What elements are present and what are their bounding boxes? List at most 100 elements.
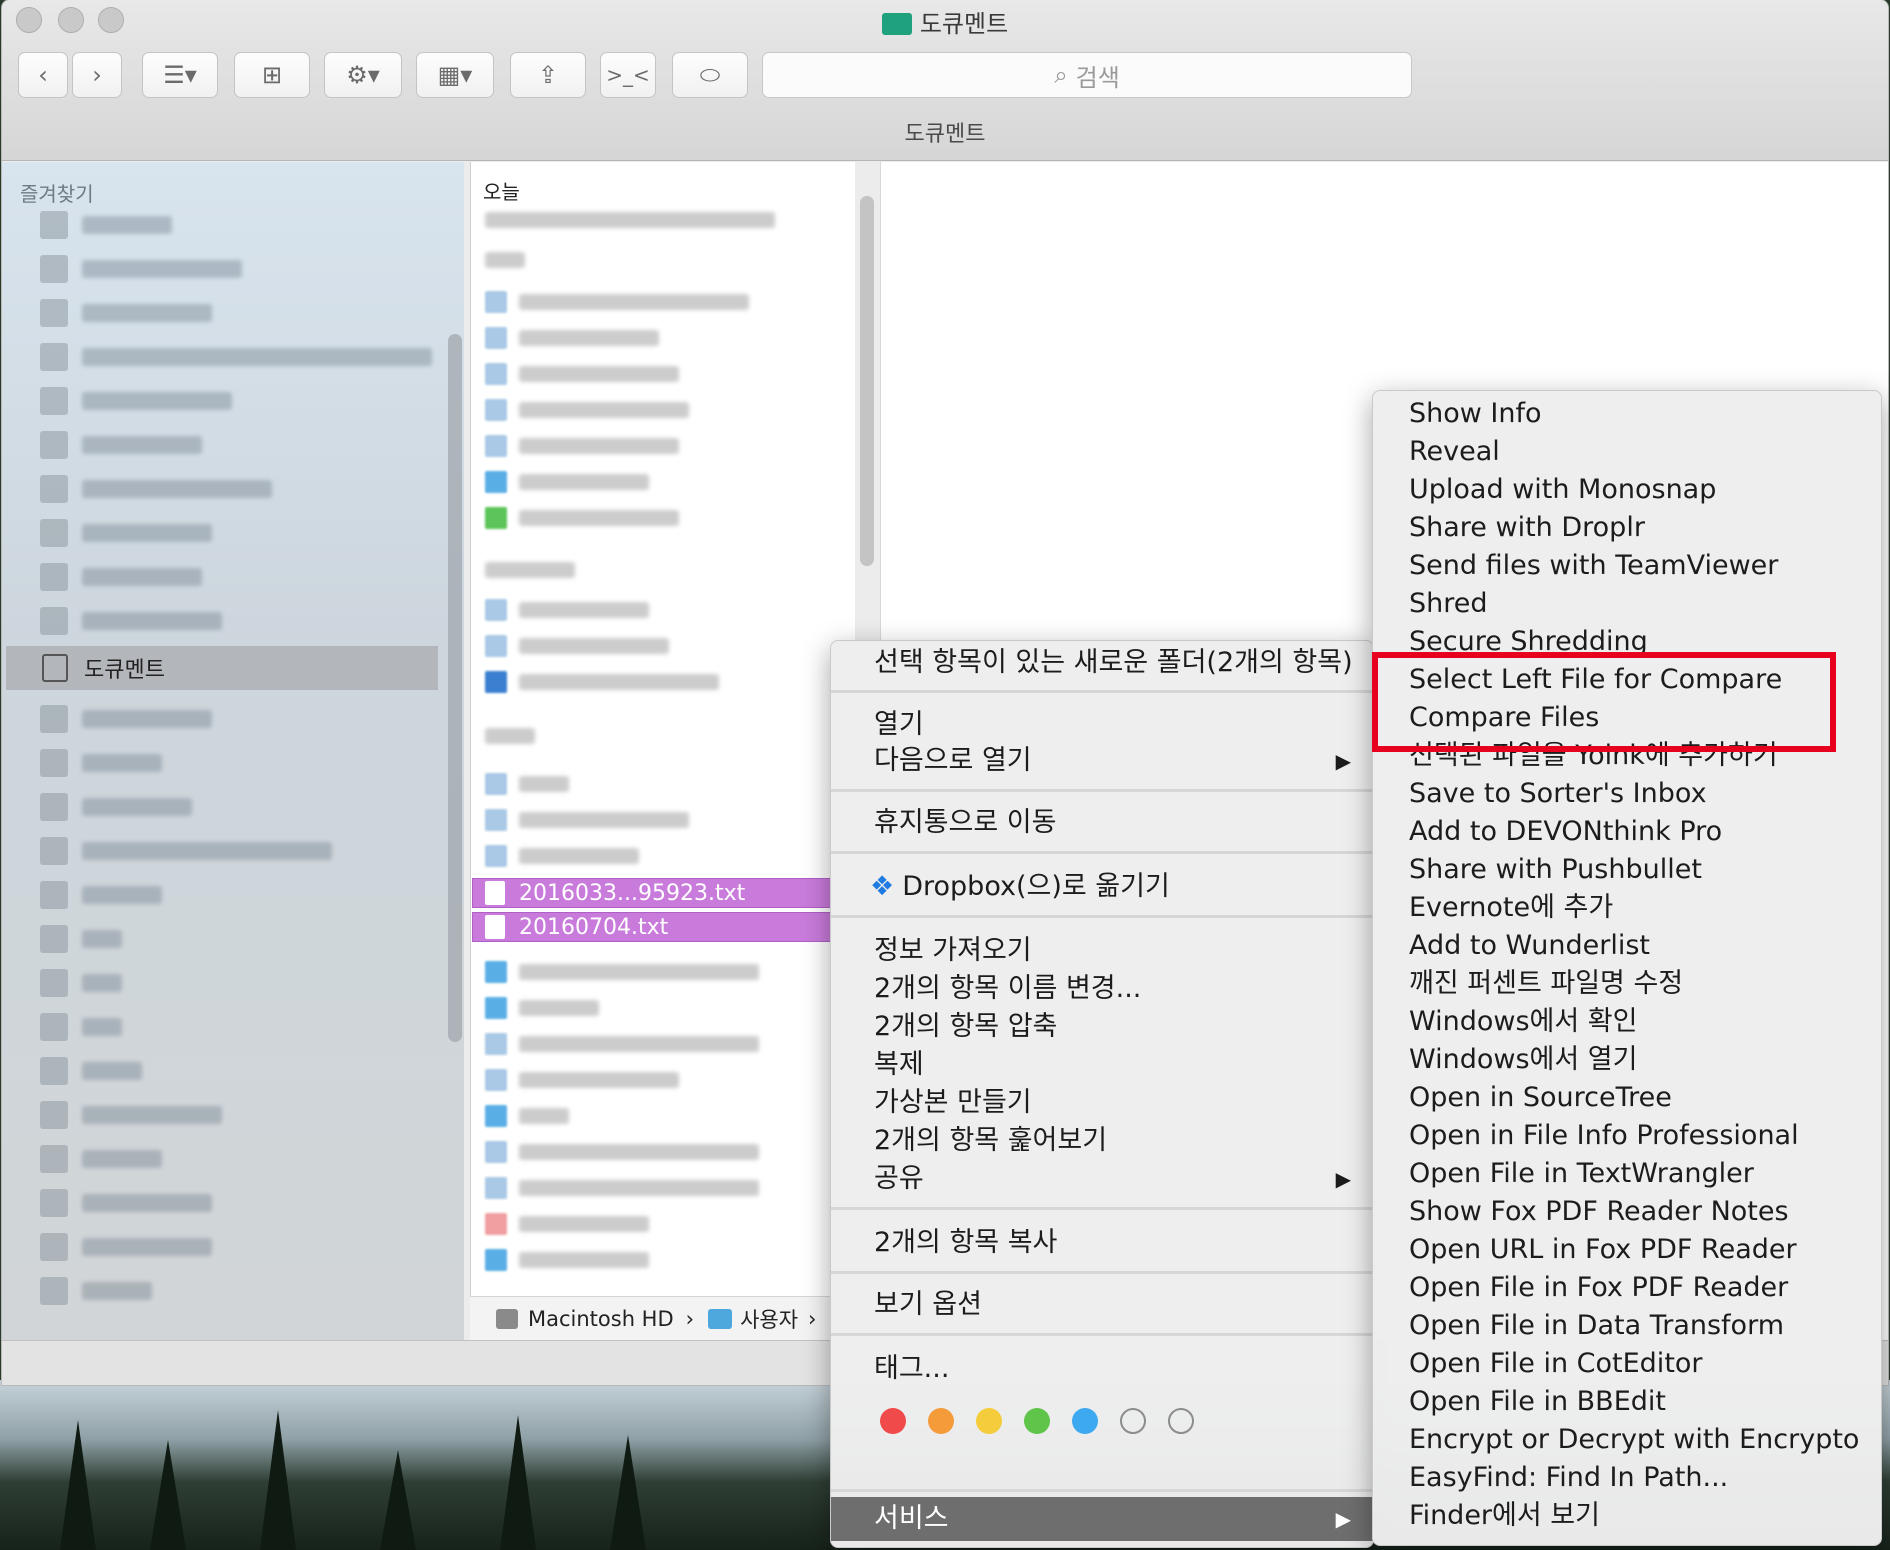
action-button[interactable]: ⚙▾ bbox=[324, 52, 402, 98]
sidebar-item-documents[interactable]: 도큐멘트 bbox=[42, 652, 165, 684]
list-item[interactable] bbox=[485, 1176, 759, 1200]
sidebar-item[interactable] bbox=[40, 748, 162, 778]
sidebar-item[interactable] bbox=[40, 1012, 122, 1042]
list-item[interactable] bbox=[485, 1140, 759, 1164]
sidebar-item[interactable] bbox=[40, 254, 242, 284]
service-item[interactable]: Windows에서 확인 bbox=[1373, 1003, 1881, 1041]
menu-item-make-alias[interactable]: 가상본 만들기 bbox=[831, 1085, 1373, 1121]
sidebar-item[interactable] bbox=[40, 298, 212, 328]
path-item-disk[interactable]: Macintosh HD bbox=[528, 1307, 674, 1331]
list-item[interactable] bbox=[485, 1248, 649, 1272]
service-item[interactable]: Open in File Info Professional bbox=[1373, 1117, 1881, 1155]
list-item[interactable] bbox=[485, 724, 535, 748]
sidebar-item[interactable] bbox=[40, 1276, 152, 1306]
list-item[interactable] bbox=[485, 772, 569, 796]
list-item[interactable] bbox=[485, 208, 775, 232]
list-item[interactable] bbox=[485, 1212, 649, 1236]
tag-red-dot[interactable] bbox=[880, 1408, 906, 1434]
list-item[interactable] bbox=[485, 1032, 759, 1056]
list-item[interactable] bbox=[485, 1104, 569, 1128]
list-item[interactable] bbox=[485, 398, 689, 422]
view-options-button[interactable]: ☰▾ bbox=[142, 52, 218, 98]
list-item[interactable] bbox=[485, 634, 669, 658]
sidebar-item[interactable] bbox=[40, 968, 122, 998]
menu-item-open[interactable]: 열기 bbox=[831, 707, 1373, 743]
service-item[interactable]: Finder에서 보기 bbox=[1373, 1497, 1881, 1535]
sidebar-item[interactable] bbox=[40, 562, 202, 592]
service-item[interactable]: Open in SourceTree bbox=[1373, 1079, 1881, 1117]
share-button[interactable]: ⇪ bbox=[510, 52, 586, 98]
menu-item-new-folder-with-selection[interactable]: 선택 항목이 있는 새로운 폴더(2개의 항목) bbox=[831, 645, 1373, 681]
menu-item-share[interactable]: 공유 ▶ bbox=[831, 1161, 1373, 1197]
menu-item-rename[interactable]: 2개의 항목 이름 변경... bbox=[831, 971, 1373, 1007]
sidebar-item[interactable] bbox=[40, 1232, 212, 1262]
service-item[interactable]: Open File in CotEditor bbox=[1373, 1345, 1881, 1383]
service-item[interactable]: Share with Pushbullet bbox=[1373, 851, 1881, 889]
tag-blue-dot[interactable] bbox=[1072, 1408, 1098, 1434]
tag-button[interactable]: ⬭ bbox=[672, 52, 748, 98]
sidebar-item[interactable] bbox=[40, 1188, 212, 1218]
service-item[interactable]: 깨진 퍼센트 파일명 수정 bbox=[1373, 965, 1881, 1003]
service-item[interactable]: Add to Wunderlist bbox=[1373, 927, 1881, 965]
list-item[interactable] bbox=[485, 434, 679, 458]
menu-item-copy[interactable]: 2개의 항목 복사 bbox=[831, 1225, 1373, 1261]
list-item[interactable] bbox=[485, 506, 679, 530]
sidebar-scrollbar[interactable] bbox=[448, 334, 462, 1042]
service-item[interactable]: Open File in TextWrangler bbox=[1373, 1155, 1881, 1193]
service-item[interactable]: Open URL in Fox PDF Reader bbox=[1373, 1231, 1881, 1269]
service-item[interactable]: Show Fox PDF Reader Notes bbox=[1373, 1193, 1881, 1231]
service-item[interactable]: Shred bbox=[1373, 585, 1881, 623]
menu-item-quick-look[interactable]: 2개의 항목 훑어보기 bbox=[831, 1123, 1373, 1159]
sidebar-item[interactable] bbox=[40, 1100, 222, 1130]
service-item[interactable]: Show Info bbox=[1373, 395, 1881, 433]
new-folder-button[interactable]: ⊞ bbox=[234, 52, 310, 98]
sidebar-item[interactable] bbox=[40, 606, 222, 636]
menu-item-tags[interactable]: 태그... bbox=[831, 1351, 1373, 1387]
menu-item-services[interactable]: 서비스 ▶ bbox=[831, 1497, 1373, 1541]
service-item[interactable]: Upload with Monosnap bbox=[1373, 471, 1881, 509]
menu-item-open-with[interactable]: 다음으로 열기 ▶ bbox=[831, 743, 1373, 779]
tag-orange-dot[interactable] bbox=[928, 1408, 954, 1434]
arrange-button[interactable]: ▦▾ bbox=[416, 52, 494, 98]
path-item-users[interactable]: 사용자 bbox=[740, 1304, 798, 1334]
list-item[interactable] bbox=[485, 844, 639, 868]
list-item[interactable] bbox=[485, 1068, 679, 1092]
service-item[interactable]: Share with Droplr bbox=[1373, 509, 1881, 547]
service-item[interactable]: Encrypt or Decrypt with Encrypto bbox=[1373, 1421, 1881, 1459]
tag-purple-dot[interactable] bbox=[1120, 1408, 1146, 1434]
menu-item-get-info[interactable]: 정보 가져오기 bbox=[831, 933, 1373, 969]
sidebar-item[interactable] bbox=[40, 518, 212, 548]
list-item[interactable] bbox=[485, 326, 659, 350]
list-item[interactable] bbox=[485, 960, 759, 984]
selected-file-row[interactable]: 2016033...95923.txt bbox=[472, 878, 832, 908]
service-item[interactable]: Open File in Data Transform bbox=[1373, 1307, 1881, 1345]
list-item[interactable] bbox=[485, 670, 719, 694]
service-item[interactable]: Windows에서 열기 bbox=[1373, 1041, 1881, 1079]
list-item[interactable] bbox=[485, 248, 525, 272]
service-item[interactable]: Save to Sorter's Inbox bbox=[1373, 775, 1881, 813]
service-item[interactable]: Reveal bbox=[1373, 433, 1881, 471]
menu-item-view-options[interactable]: 보기 옵션 bbox=[831, 1287, 1373, 1323]
sidebar-item[interactable] bbox=[40, 342, 432, 372]
sidebar-item[interactable] bbox=[40, 1144, 162, 1174]
service-item[interactable]: Send files with TeamViewer bbox=[1373, 547, 1881, 585]
menu-item-duplicate[interactable]: 복제 bbox=[831, 1047, 1373, 1083]
service-item[interactable]: Evernote에 추가 bbox=[1373, 889, 1881, 927]
sidebar-item[interactable] bbox=[40, 474, 272, 504]
sidebar-item[interactable] bbox=[40, 836, 332, 866]
forward-button[interactable]: › bbox=[72, 52, 122, 98]
list-item[interactable] bbox=[485, 470, 649, 494]
sidebar-item[interactable] bbox=[40, 880, 162, 910]
list-item[interactable] bbox=[485, 558, 575, 582]
terminal-button[interactable]: >_< bbox=[600, 52, 656, 98]
sidebar-item[interactable] bbox=[40, 430, 202, 460]
sidebar-item[interactable] bbox=[40, 924, 122, 954]
tag-yellow-dot[interactable] bbox=[976, 1408, 1002, 1434]
list-item[interactable] bbox=[485, 598, 649, 622]
sidebar-item[interactable] bbox=[40, 210, 172, 240]
list-item[interactable] bbox=[485, 808, 689, 832]
column-scrollbar[interactable] bbox=[860, 196, 874, 566]
list-item[interactable] bbox=[485, 290, 749, 314]
service-item[interactable]: Open File in Fox PDF Reader bbox=[1373, 1269, 1881, 1307]
sidebar-item[interactable] bbox=[40, 386, 232, 416]
